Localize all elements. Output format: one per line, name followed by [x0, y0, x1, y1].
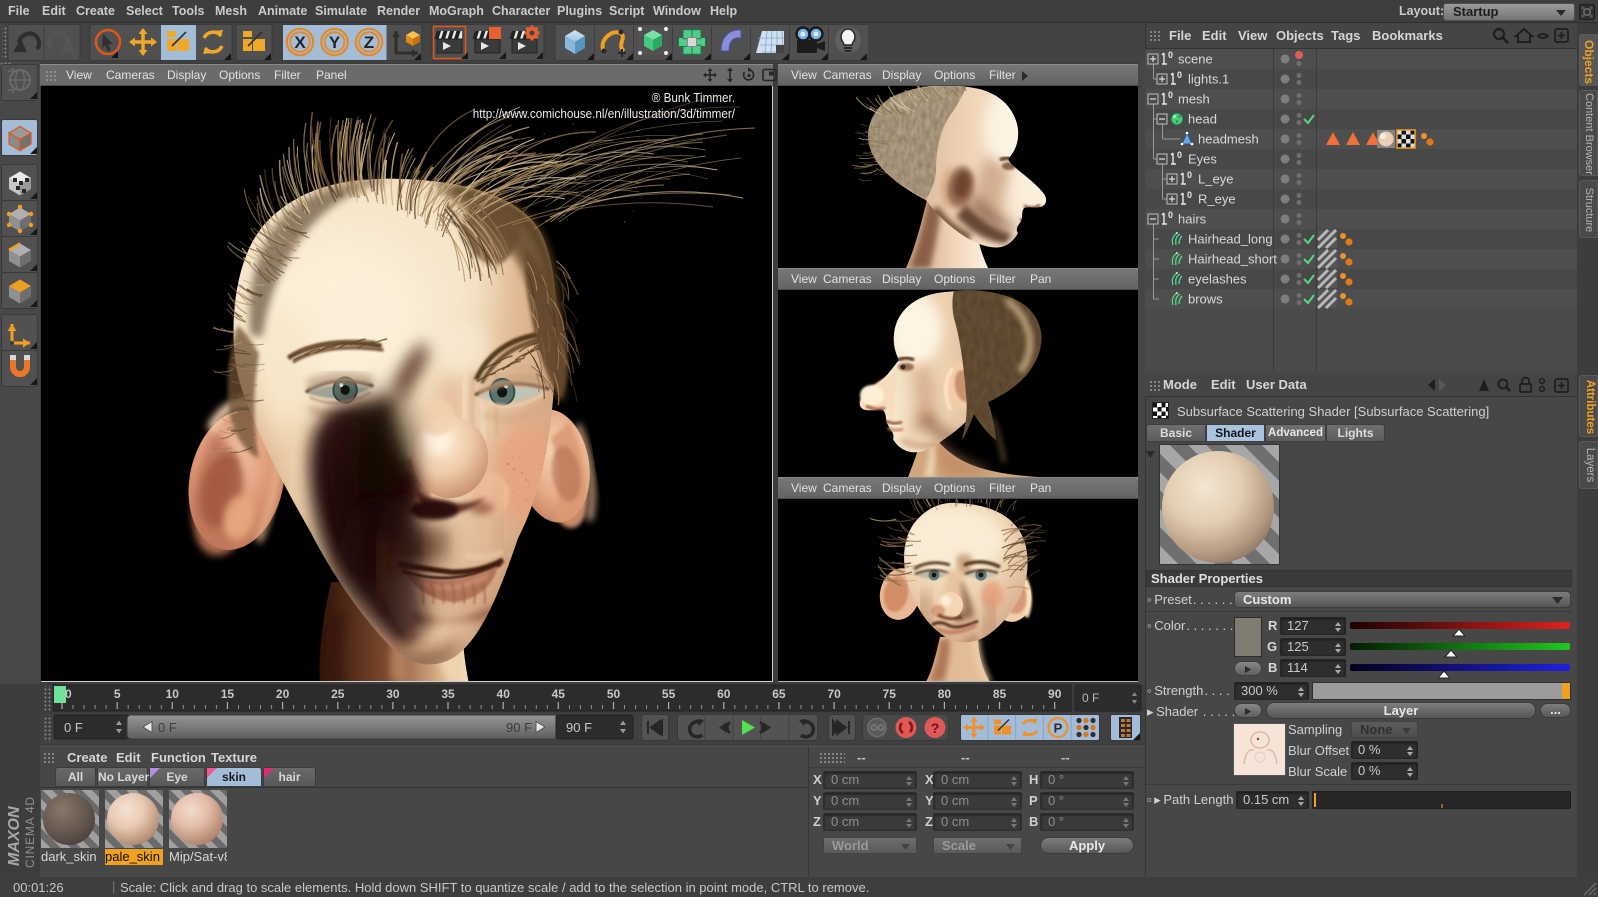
svg-text:0: 0: [1168, 90, 1173, 100]
svg-text:0: 0: [65, 687, 72, 701]
svg-text:25: 25: [331, 687, 345, 701]
svg-text:65: 65: [772, 687, 786, 701]
svg-text:eyelashes: eyelashes: [1188, 272, 1247, 287]
svg-text:lights.1: lights.1: [1188, 72, 1229, 87]
svg-text:0: 0: [1168, 210, 1173, 220]
svg-text:15: 15: [221, 687, 235, 701]
svg-text:Eyes: Eyes: [1188, 152, 1217, 167]
svg-text:scene: scene: [1178, 52, 1213, 67]
svg-text:R_eye: R_eye: [1198, 192, 1236, 207]
svg-text:Y: Y: [329, 33, 341, 52]
svg-text:0 F: 0 F: [158, 720, 177, 735]
svg-text:0: 0: [1177, 70, 1182, 80]
svg-text:Hairhead_long: Hairhead_long: [1188, 232, 1273, 247]
svg-text:Z: Z: [364, 33, 374, 52]
svg-text:® Bunk Timmer.: ® Bunk Timmer.: [652, 91, 735, 105]
svg-text:30: 30: [386, 687, 400, 701]
svg-text:70: 70: [827, 687, 841, 701]
svg-text:?: ?: [931, 720, 940, 736]
svg-text:mesh: mesh: [1178, 92, 1210, 107]
svg-text:X: X: [294, 33, 306, 52]
svg-text:head: head: [1188, 112, 1217, 127]
svg-text:0: 0: [1168, 50, 1173, 60]
svg-text:50: 50: [607, 687, 621, 701]
svg-text:90 F: 90 F: [566, 720, 592, 735]
svg-text:90: 90: [1048, 687, 1062, 701]
svg-text:MAXON: MAXON: [6, 806, 23, 866]
svg-text:90 F: 90 F: [506, 720, 532, 735]
svg-text:Hairhead_short: Hairhead_short: [1188, 252, 1277, 267]
svg-text:P: P: [1054, 721, 1063, 736]
svg-text:35: 35: [441, 687, 455, 701]
svg-text:CINEMA 4D: CINEMA 4D: [23, 796, 37, 868]
svg-text:0: 0: [1187, 170, 1192, 180]
svg-text:40: 40: [497, 687, 511, 701]
svg-text:0 F: 0 F: [1082, 691, 1099, 705]
svg-text:45: 45: [552, 687, 566, 701]
svg-text:85: 85: [993, 687, 1007, 701]
svg-text:55: 55: [662, 687, 676, 701]
svg-text:60: 60: [717, 687, 731, 701]
svg-text:80: 80: [938, 687, 952, 701]
svg-text:10: 10: [166, 687, 180, 701]
svg-text:brows: brows: [1188, 292, 1223, 307]
svg-text:0: 0: [1177, 150, 1182, 160]
svg-text:headmesh: headmesh: [1198, 132, 1259, 147]
svg-text:L_eye: L_eye: [1198, 172, 1233, 187]
svg-text:hairs: hairs: [1178, 212, 1207, 227]
svg-text:0 F: 0 F: [64, 720, 83, 735]
svg-text:20: 20: [276, 687, 290, 701]
svg-text:75: 75: [883, 687, 897, 701]
svg-text:5: 5: [114, 687, 121, 701]
svg-text:0: 0: [1187, 190, 1192, 200]
